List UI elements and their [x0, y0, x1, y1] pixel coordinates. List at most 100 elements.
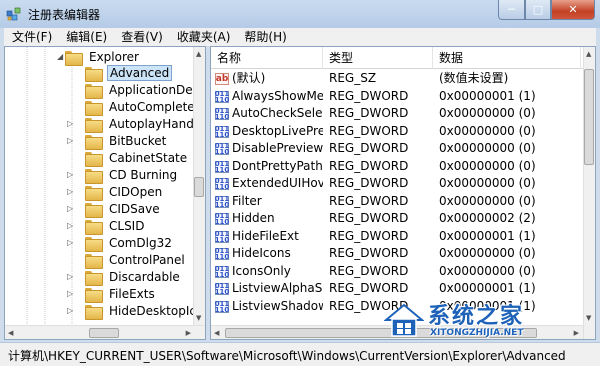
- minimize-button[interactable]: ─: [498, 0, 525, 20]
- tree-node[interactable]: AutoplayHandler: [85, 116, 205, 133]
- binary-value-icon: 011 110: [215, 246, 230, 261]
- tree-node[interactable]: FileExts: [85, 286, 157, 303]
- value-name-cell: 011110 AutoCheckSelect: [215, 105, 323, 122]
- value-name: AutoCheckSelect: [232, 106, 323, 120]
- value-type: REG_SZ: [329, 71, 377, 85]
- expand-arrow-icon[interactable]: ▷: [67, 290, 75, 298]
- tree-vertical-scroll-thumb[interactable]: [194, 177, 204, 197]
- value-data: 0x00000000 (0): [439, 159, 536, 173]
- tree-node-label: ApplicationDesti: [109, 83, 206, 97]
- value-name: Filter: [232, 194, 262, 208]
- column-header-type[interactable]: 类型: [323, 47, 433, 69]
- tree-horizontal-scrollbar[interactable]: ◀ ▶: [5, 325, 205, 339]
- tree-node[interactable]: ComDlg32: [85, 235, 174, 252]
- folder-icon: [85, 185, 103, 201]
- tree-node[interactable]: HideDesktopIcor: [85, 303, 205, 320]
- value-row[interactable]: 011110 AlwaysShowMe... REG_DWORD 0x00000…: [211, 88, 583, 105]
- tree-node[interactable]: ApplicationDesti: [85, 82, 206, 99]
- menu-edit[interactable]: 编辑(E): [58, 28, 113, 46]
- tree-node[interactable]: CIDOpen: [85, 184, 164, 201]
- value-name-cell: 011 110 DontPrettyPath: [215, 158, 323, 175]
- close-button[interactable]: ✕: [551, 0, 595, 20]
- scroll-left-icon[interactable]: ◀: [8, 328, 13, 338]
- folder-icon: [85, 100, 103, 116]
- binary-value-icon: 011 110: [215, 124, 230, 139]
- title-bar[interactable]: 注册表编辑器 ─ □ ✕: [0, 0, 600, 28]
- menu-file[interactable]: 文件(F): [4, 28, 58, 46]
- tree-node-label: BitBucket: [109, 134, 167, 148]
- value-data: 0x00000001 (1): [439, 229, 536, 243]
- menu-help[interactable]: 帮助(H): [236, 28, 292, 46]
- tree-node-label: FileExts: [109, 287, 155, 301]
- registry-editor-window: 注册表编辑器 ─ □ ✕ 文件(F) 编辑(E) 查看(V) 收藏夹(A) 帮助…: [0, 0, 600, 366]
- value-name-cell: 011 110 HideIcons: [215, 245, 323, 262]
- value-row[interactable]: ab (默认) REG_SZ (数值未设置): [211, 70, 583, 87]
- registry-value-list[interactable]: 名称 类型 数据 ab (默认) REG_SZ (数值未设置) 011 110 A…: [210, 46, 596, 340]
- value-type: REG_DWORD: [329, 281, 409, 295]
- tree-node[interactable]: Discardable: [85, 269, 182, 286]
- value-type: REG_DWORD: [329, 106, 409, 120]
- watermark-house-icon: [384, 303, 424, 337]
- scroll-down-icon[interactable]: ▼: [196, 313, 201, 323]
- tree-node[interactable]: CabinetState: [85, 150, 189, 167]
- registry-tree[interactable]: ◢ Explorer Advanced ApplicationDesti Aut…: [4, 46, 206, 340]
- tree-node-advanced[interactable]: Advanced: [85, 65, 173, 82]
- column-header-data[interactable]: 数据: [433, 47, 581, 69]
- scroll-up-icon[interactable]: ▲: [586, 49, 591, 59]
- tree-horizontal-scroll-thumb[interactable]: [89, 328, 119, 338]
- expand-arrow-icon[interactable]: ▷: [67, 120, 75, 128]
- value-row[interactable]: 011 110 Hidden REG_DWORD 0x00000002 (2): [211, 210, 583, 227]
- list-vertical-scrollbar[interactable]: ▲ ▼: [583, 47, 595, 339]
- expand-arrow-icon[interactable]: ▷: [67, 205, 75, 213]
- expand-arrow-icon[interactable]: ▷: [67, 307, 75, 315]
- binary-value-icon: 011 110: [215, 229, 230, 244]
- expand-arrow-icon[interactable]: ▷: [67, 273, 75, 281]
- value-name: IconsOnly: [232, 264, 291, 278]
- watermark-domain: XITONGZHIJIA.NET: [430, 328, 524, 338]
- tree-node[interactable]: BitBucket: [85, 133, 168, 150]
- expand-arrow-icon[interactable]: ▷: [67, 222, 75, 230]
- folder-icon: [85, 66, 103, 82]
- value-name-cell: 011110 ListviewAlphaSe...: [215, 280, 323, 297]
- value-type: REG_DWORD: [329, 89, 409, 103]
- value-data: (数值未设置): [439, 71, 509, 85]
- tree-node[interactable]: CD Burning: [85, 167, 179, 184]
- scroll-right-icon[interactable]: ▶: [186, 328, 191, 338]
- value-name: DesktopLivePrev...: [232, 124, 323, 138]
- value-name: HideFileExt: [232, 229, 299, 243]
- close-icon: ✕: [568, 3, 578, 16]
- status-bar: 计算机\HKEY_CURRENT_USER\Software\Microsoft…: [0, 342, 600, 366]
- expand-arrow-icon[interactable]: ▷: [67, 188, 75, 196]
- value-row[interactable]: 011 110 HideFileExt REG_DWORD 0x00000001 …: [211, 228, 583, 245]
- tree-node[interactable]: AutoComplete: [85, 99, 197, 116]
- value-row[interactable]: 011110 ExtendedUIHove... REG_DWORD 0x000…: [211, 175, 583, 192]
- column-header-name[interactable]: 名称: [211, 47, 323, 69]
- expand-arrow-icon[interactable]: ▷: [67, 171, 75, 179]
- scroll-left-icon[interactable]: ◀: [214, 328, 219, 338]
- value-row[interactable]: 011110 DesktopLivePrev... REG_DWORD 0x00…: [211, 123, 583, 140]
- value-row[interactable]: 011 110 HideIcons REG_DWORD 0x00000000 (0…: [211, 245, 583, 262]
- value-row[interactable]: 011110 DisablePreviewD... REG_DWORD 0x00…: [211, 140, 583, 157]
- value-row[interactable]: 011110 AutoCheckSelect REG_DWORD 0x00000…: [211, 105, 583, 122]
- value-row[interactable]: 011110 ListviewAlphaSe... REG_DWORD 0x00…: [211, 280, 583, 297]
- tree-node[interactable]: CLSID: [85, 218, 146, 235]
- value-name: ExtendedUIHove...: [232, 176, 323, 190]
- value-row[interactable]: 011 110 DontPrettyPath REG_DWORD 0x000000…: [211, 158, 583, 175]
- binary-value-icon: 011 110: [215, 211, 230, 226]
- value-type: REG_DWORD: [329, 124, 409, 138]
- scroll-up-icon[interactable]: ▲: [196, 49, 201, 59]
- tree-node[interactable]: CIDSave: [85, 201, 162, 218]
- list-vertical-scroll-thumb[interactable]: [584, 69, 594, 165]
- menu-favorites[interactable]: 收藏夹(A): [169, 28, 237, 46]
- value-row[interactable]: 011 110 IconsOnly REG_DWORD 0x00000000 (0…: [211, 263, 583, 280]
- value-data: 0x00000002 (2): [439, 211, 536, 225]
- menu-view[interactable]: 查看(V): [113, 28, 169, 46]
- collapse-arrow-icon[interactable]: ◢: [57, 53, 65, 61]
- expand-arrow-icon[interactable]: ▷: [67, 137, 75, 145]
- tree-node[interactable]: ControlPanel: [85, 252, 187, 269]
- value-row[interactable]: 011 110 Filter REG_DWORD 0x00000000 (0): [211, 193, 583, 210]
- maximize-button[interactable]: □: [525, 0, 551, 20]
- tree-vertical-scrollbar[interactable]: ▲ ▼: [193, 47, 205, 325]
- tree-node-explorer[interactable]: ◢ Explorer: [57, 49, 141, 66]
- expand-arrow-icon[interactable]: ▷: [67, 239, 75, 247]
